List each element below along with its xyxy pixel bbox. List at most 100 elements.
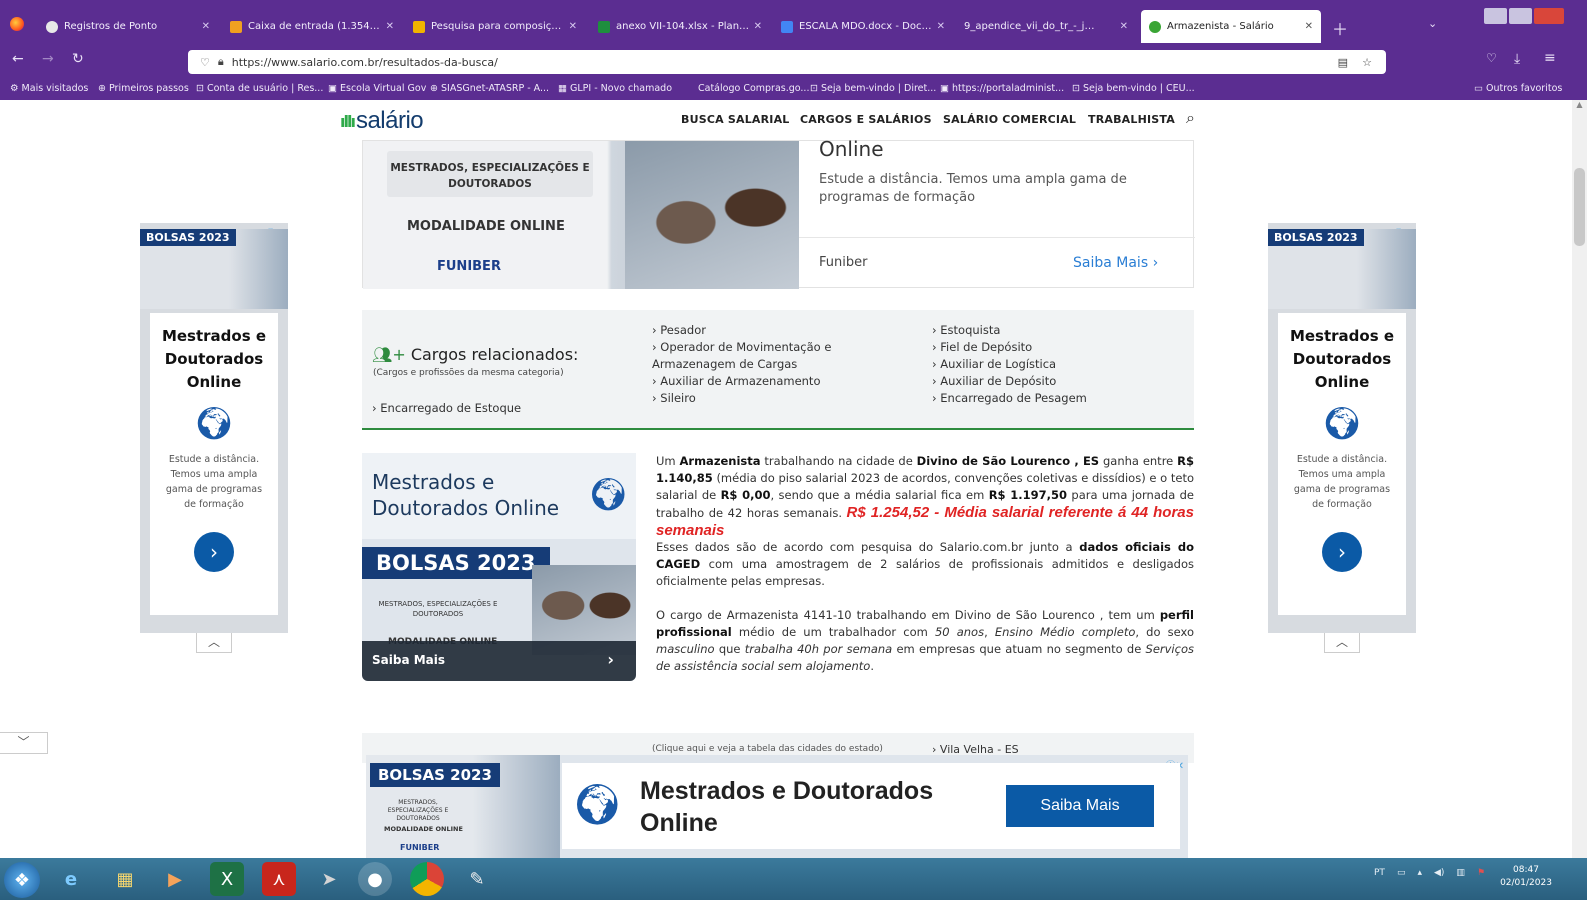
search-icon[interactable]: ⌕ xyxy=(1186,108,1195,128)
bookmark-item[interactable]: Catálogo Compras.go... xyxy=(698,83,809,94)
top-ad-headline: Online xyxy=(819,137,884,161)
mid-ad-cta-bar[interactable]: Saiba Mais › xyxy=(362,641,636,681)
media-center-icon[interactable]: ➤ xyxy=(312,862,346,896)
related-link[interactable]: › Sileiro xyxy=(652,390,831,407)
side-ad-arrow-button[interactable]: › xyxy=(194,532,234,572)
shield-icon[interactable]: ♡ xyxy=(200,56,210,69)
side-ad-title: Mestrados e Doutorados Online xyxy=(161,327,267,391)
nav-busca-salarial[interactable]: BUSCA SALARIAL xyxy=(681,113,790,126)
bottom-ad[interactable]: ⓘ✕ BOLSAS 2023 MESTRADOS, ESPECIALIZAÇÕE… xyxy=(366,755,1188,858)
top-ad[interactable]: MESTRADOS, ESPECIALIZAÇÕES E DOUTORADOS … xyxy=(362,137,1195,289)
related-link[interactable]: › Fiel de Depósito xyxy=(932,339,1087,356)
close-tab-icon[interactable]: ✕ xyxy=(569,21,577,32)
related-link[interactable]: › Auxiliar de Armazenamento xyxy=(652,373,831,390)
tray-arrow-icon[interactable]: ▴ xyxy=(1417,868,1422,878)
scroll-up-icon[interactable]: ▲ xyxy=(1572,100,1587,109)
list-tabs-icon[interactable]: ⌄ xyxy=(1428,17,1437,30)
internet-explorer-icon[interactable]: e xyxy=(54,862,88,896)
reload-icon[interactable]: ↻ xyxy=(72,51,84,67)
lock-icon[interactable]: 🔒︎ xyxy=(218,55,224,69)
bookmark-item[interactable]: ⊡ Seja bem-vindo | Diret... xyxy=(810,83,936,94)
media-player-icon[interactable]: ▶ xyxy=(158,862,192,896)
nav-cargos-salarios[interactable]: CARGOS E SALÁRIOS xyxy=(800,113,932,126)
clock[interactable]: 08:47 02/01/2023 xyxy=(1498,864,1554,890)
close-tab-icon[interactable]: ✕ xyxy=(937,21,945,32)
bookmark-item[interactable]: ▣ Escola Virtual Gov xyxy=(328,83,426,94)
close-tab-icon[interactable]: ✕ xyxy=(386,21,394,32)
bookmark-item[interactable]: ⚙ Mais visitados xyxy=(10,83,88,94)
maximize-icon[interactable] xyxy=(1509,8,1533,24)
bookmark-item[interactable]: ⊡ Conta de usuário | Res... xyxy=(196,83,323,94)
pdf-reader-icon[interactable]: ⋏ xyxy=(262,862,296,896)
new-tab-icon[interactable]: ＋ xyxy=(1332,16,1348,40)
chevron-right-icon: › xyxy=(607,650,614,669)
nav-salario-comercial[interactable]: SALÁRIO COMERCIAL xyxy=(943,113,1076,126)
file-explorer-icon[interactable]: ▦ xyxy=(108,862,142,896)
other-bookmarks[interactable]: ▭ Outros favoritos xyxy=(1474,83,1562,94)
bookmark-item[interactable]: ⊡ Seja bem-vindo | CEU... xyxy=(1072,83,1195,94)
tab-pesquisa[interactable]: Pesquisa para composição dos ✕ xyxy=(405,10,585,43)
close-tab-icon[interactable]: ✕ xyxy=(1120,21,1128,32)
keyboard-icon[interactable]: ▭ xyxy=(1397,868,1406,878)
start-button[interactable]: ❖ xyxy=(4,862,40,898)
left-side-ad[interactable]: ⓘ✕ BOLSAS 2023 Mestrados e Doutorados On… xyxy=(140,223,288,633)
bookmark-item[interactable]: ⊕ SIASGnet-ATASRP - A... xyxy=(430,83,549,94)
related-link[interactable]: › Pesador xyxy=(652,322,831,339)
right-side-ad[interactable]: ⓘ✕ BOLSAS 2023 Mestrados e Doutorados On… xyxy=(1268,223,1416,633)
bookmarks-bar: ⚙ Mais visitados ⊕ Primeiros passos ⊡ Co… xyxy=(0,79,1587,100)
network-icon[interactable]: ▥ xyxy=(1456,868,1465,878)
paint-icon[interactable]: ✎ xyxy=(460,862,494,896)
site-logo[interactable]: ıllı salário xyxy=(340,107,424,135)
tab-sheets[interactable]: anexo VII-104.xlsx - Planilhas Go ✕ xyxy=(590,10,770,43)
side-ad-desc: Estude a distância. Temos uma ampla gama… xyxy=(1293,454,1391,510)
language-indicator[interactable]: PT xyxy=(1374,868,1385,878)
volume-icon[interactable]: ◀) xyxy=(1434,868,1444,878)
bottom-ad-banner: BOLSAS 2023 xyxy=(370,763,500,787)
close-tab-icon[interactable]: ✕ xyxy=(202,21,210,32)
url-text[interactable]: https://www.salario.com.br/resultados-da… xyxy=(232,56,498,69)
tab-armazenista[interactable]: Armazenista - Salário ✕ xyxy=(1141,10,1321,43)
related-link[interactable]: › Auxiliar de Depósito xyxy=(932,373,1087,390)
side-ad-arrow-button[interactable]: › xyxy=(1322,532,1362,572)
back-icon[interactable]: ← xyxy=(12,51,24,67)
related-link[interactable]: › Auxiliar de Logística xyxy=(932,356,1087,373)
related-link[interactable]: › Encarregado de Pesagem xyxy=(932,390,1087,407)
tab-docs[interactable]: ESCALA MDO.docx - Documen ✕ xyxy=(773,10,953,43)
download-icon[interactable]: ⤓ xyxy=(1514,51,1520,67)
menu-icon[interactable]: ≡ xyxy=(1544,50,1556,66)
right-ad-collapse-button[interactable]: ︿ xyxy=(1324,633,1360,653)
firefox-taskbar-icon[interactable]: ● xyxy=(358,862,392,896)
related-link[interactable]: › Encarregado de Estoque xyxy=(372,400,521,417)
close-window-icon[interactable] xyxy=(1534,8,1564,24)
excel-icon[interactable]: X xyxy=(210,862,244,896)
top-ad-cta[interactable]: Saiba Mais › xyxy=(1073,255,1158,271)
scrollbar-thumb[interactable] xyxy=(1574,168,1585,246)
pocket-icon[interactable]: ♡ xyxy=(1486,51,1497,65)
minimize-icon[interactable] xyxy=(1484,8,1508,24)
related-link[interactable]: › Estoquista xyxy=(932,322,1087,339)
ad-modalidade: MODALIDADE ONLINE xyxy=(407,219,565,234)
nav-trabalhista[interactable]: TRABALHISTA xyxy=(1088,113,1175,126)
url-bar[interactable]: ♡ 🔒︎ https://www.salario.com.br/resultad… xyxy=(188,50,1386,74)
left-ad-collapse-button[interactable]: ︿ xyxy=(196,633,232,653)
chrome-taskbar-icon[interactable] xyxy=(410,862,444,896)
firefox-logo-icon[interactable] xyxy=(10,17,24,31)
related-link[interactable]: › Operador de Movimentação e xyxy=(652,339,831,356)
forward-icon[interactable]: → xyxy=(42,51,54,67)
bottom-ad-cta-button[interactable]: Saiba Mais xyxy=(1006,785,1154,827)
collapse-left-button[interactable]: ﹀ xyxy=(0,732,48,754)
tab-apendice[interactable]: 9_apendice_vii_do_tr_-_justificativa ✕ xyxy=(956,10,1136,43)
reader-view-icon[interactable]: ▤ xyxy=(1338,56,1348,69)
related-link[interactable]: Armazenagem de Cargas xyxy=(652,356,831,373)
close-tab-icon[interactable]: ✕ xyxy=(754,21,762,32)
tab-email[interactable]: Caixa de entrada (1.354) - dalila ✕ xyxy=(222,10,402,43)
bookmark-star-icon[interactable]: ☆ xyxy=(1362,56,1372,69)
cities-table-link[interactable]: (Clique aqui e veja a tabela das cidades… xyxy=(652,744,883,754)
bookmark-item[interactable]: ▦ GLPI - Novo chamado xyxy=(558,83,672,94)
bookmark-item[interactable]: ▣ https://portaladminist... xyxy=(940,83,1064,94)
tab-registros[interactable]: Registros de Ponto ✕ xyxy=(38,10,218,43)
flag-icon[interactable]: ⚑ xyxy=(1477,868,1485,878)
close-tab-icon[interactable]: ✕ xyxy=(1305,21,1313,32)
bookmark-item[interactable]: ⊕ Primeiros passos xyxy=(98,83,189,94)
middle-ad[interactable]: ⓘ✕ Mestrados e Doutorados Online 🌍︎ BOLS… xyxy=(362,453,636,681)
